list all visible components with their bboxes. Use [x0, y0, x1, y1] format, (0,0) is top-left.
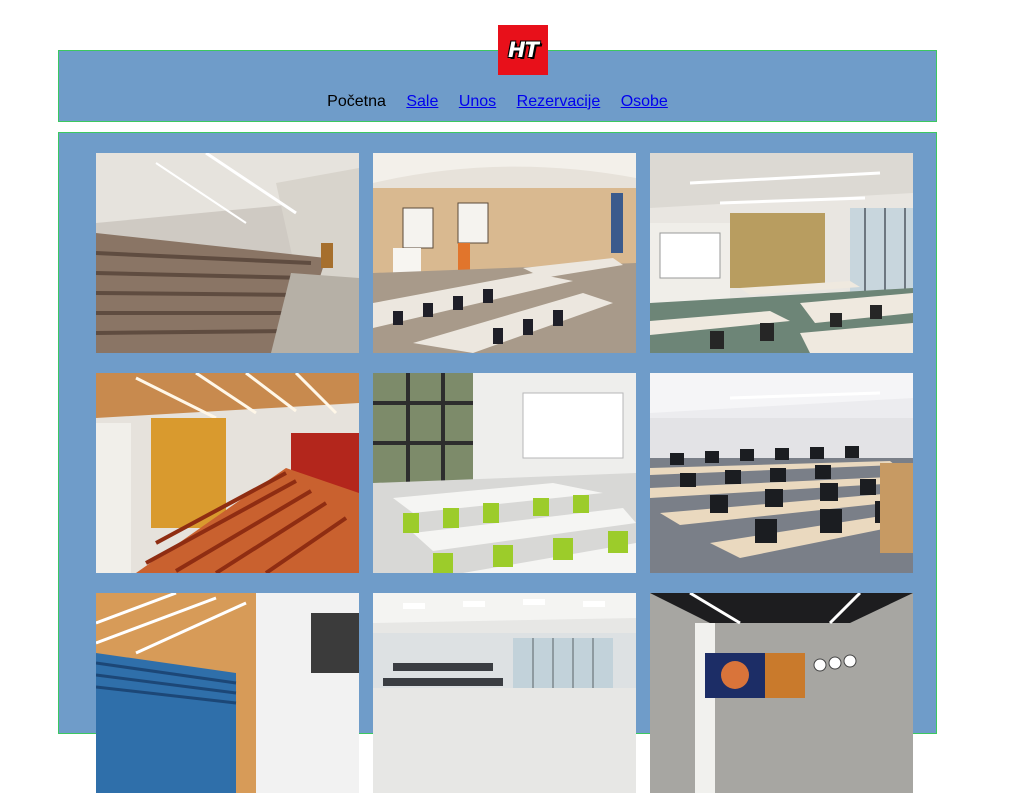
- gallery-image-computer-lab[interactable]: [650, 373, 913, 573]
- gallery-image-classroom-green[interactable]: [373, 373, 636, 573]
- gallery-image-auditorium-orange[interactable]: [96, 373, 359, 573]
- nav-link-osobe[interactable]: Osobe: [621, 93, 668, 110]
- gallery-image-classroom-rows[interactable]: [373, 593, 636, 793]
- gallery-panel: [58, 132, 937, 793]
- nav-link-sale[interactable]: Sale: [406, 93, 438, 110]
- gallery-image-lecture-room-wood[interactable]: [373, 153, 636, 353]
- nav-link-unos[interactable]: Unos: [459, 93, 496, 110]
- site-logo[interactable]: HT: [498, 25, 548, 75]
- gallery-image-auditorium-blue[interactable]: [96, 593, 359, 793]
- gallery-image-lecture-hall[interactable]: [96, 153, 359, 353]
- nav-item-pocetna: Početna: [327, 93, 386, 110]
- nav-link-rezervacije[interactable]: Rezervacije: [517, 93, 601, 110]
- main-nav: Početna Sale Unos Rezervacije Osobe: [59, 93, 936, 111]
- gallery-image-classroom-whiteboard[interactable]: [650, 153, 913, 353]
- logo-text: HT: [508, 38, 539, 62]
- gallery-image-space-mural[interactable]: [650, 593, 913, 793]
